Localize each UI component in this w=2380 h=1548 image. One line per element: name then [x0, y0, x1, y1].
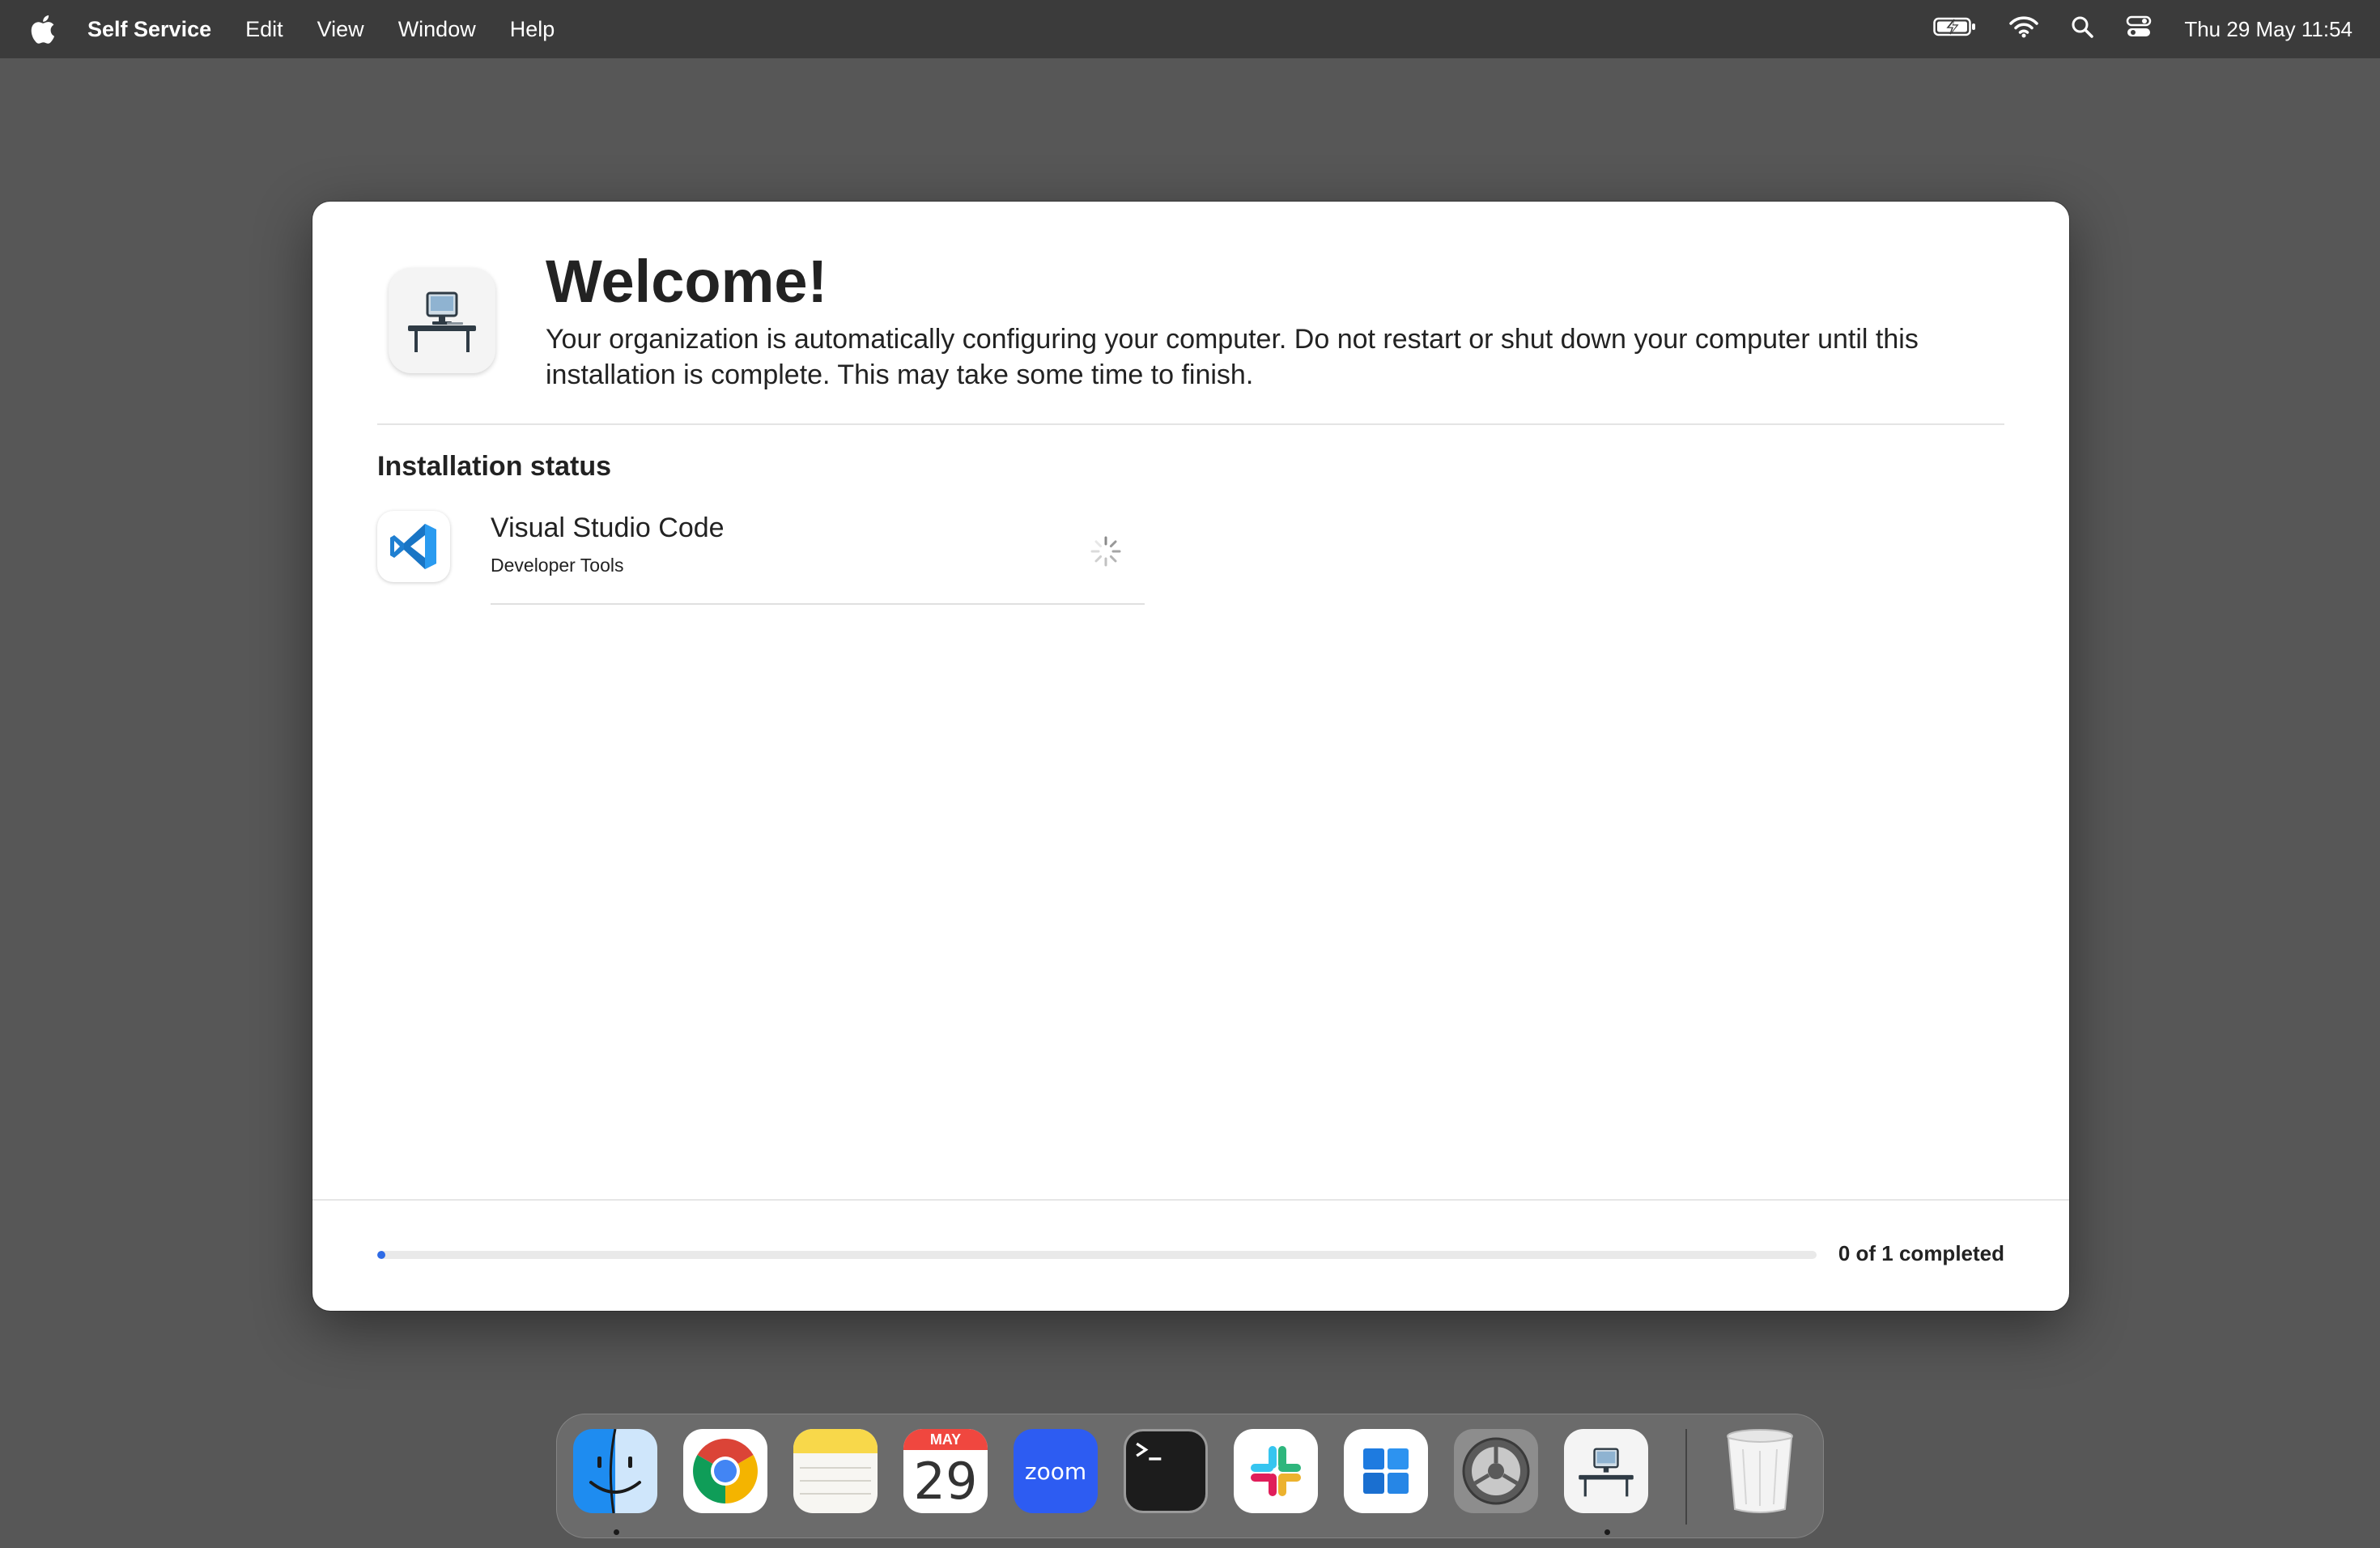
- zoom-icon[interactable]: zoom: [1014, 1429, 1098, 1513]
- windows-app-icon[interactable]: [1344, 1429, 1428, 1513]
- vscode-icon: [377, 511, 450, 582]
- self-service-running-dot: [1604, 1529, 1610, 1535]
- menu-bar: Self Service Edit View Window Help Thu 2…: [0, 0, 2380, 58]
- wifi-icon[interactable]: [2009, 15, 2039, 44]
- finder-running-dot: [614, 1529, 619, 1535]
- progress-bar: [377, 1251, 1817, 1259]
- terminal-icon[interactable]: [1124, 1429, 1208, 1513]
- header-divider: [377, 423, 2004, 425]
- finder-icon[interactable]: [573, 1429, 657, 1513]
- menu-window[interactable]: Window: [398, 17, 476, 42]
- progress-label: 0 of 1 completed: [1838, 1241, 2004, 1265]
- zoom-label: zoom: [1024, 1457, 1087, 1485]
- slack-icon[interactable]: [1234, 1429, 1318, 1513]
- apple-menu-icon[interactable]: [31, 15, 57, 44]
- installation-status-title: Installation status: [377, 451, 612, 482]
- calendar-day: 29: [913, 1452, 978, 1511]
- app-name: Visual Studio Code: [491, 512, 725, 543]
- menu-view[interactable]: View: [317, 17, 364, 42]
- menu-help[interactable]: Help: [510, 17, 555, 42]
- page-title: Welcome!: [546, 248, 828, 315]
- calendar-month: MAY: [903, 1429, 988, 1450]
- calendar-icon[interactable]: MAY 29: [903, 1429, 988, 1513]
- progress-bar-fill: [377, 1251, 385, 1259]
- list-item: Visual Studio Code Developer Tools: [377, 501, 1462, 615]
- system-settings-icon[interactable]: [1454, 1429, 1538, 1513]
- notes-icon[interactable]: [793, 1429, 878, 1513]
- self-service-icon: [389, 268, 495, 373]
- dock: MAY 29 zoom: [556, 1414, 1824, 1538]
- menu-clock[interactable]: Thu 29 May 11:54: [2184, 17, 2352, 42]
- app-category: Developer Tools: [491, 555, 624, 576]
- control-center-icon[interactable]: [2126, 15, 2152, 44]
- dock-separator: [1685, 1429, 1687, 1525]
- page-subtitle: Your organization is automatically confi…: [546, 324, 1919, 390]
- self-service-dock-icon[interactable]: [1564, 1429, 1648, 1513]
- loading-spinner-icon: [1090, 536, 1121, 567]
- trash-icon[interactable]: [1718, 1429, 1802, 1513]
- menu-edit[interactable]: Edit: [245, 17, 283, 42]
- footer-divider: [312, 1199, 2069, 1201]
- menu-app-name[interactable]: Self Service: [87, 17, 211, 42]
- row-divider: [491, 603, 1145, 605]
- self-service-window: Welcome! Your organization is automatica…: [312, 202, 2069, 1311]
- spotlight-search-icon[interactable]: [2071, 15, 2094, 44]
- chrome-icon[interactable]: [683, 1429, 767, 1513]
- battery-charging-icon[interactable]: [1933, 16, 1977, 43]
